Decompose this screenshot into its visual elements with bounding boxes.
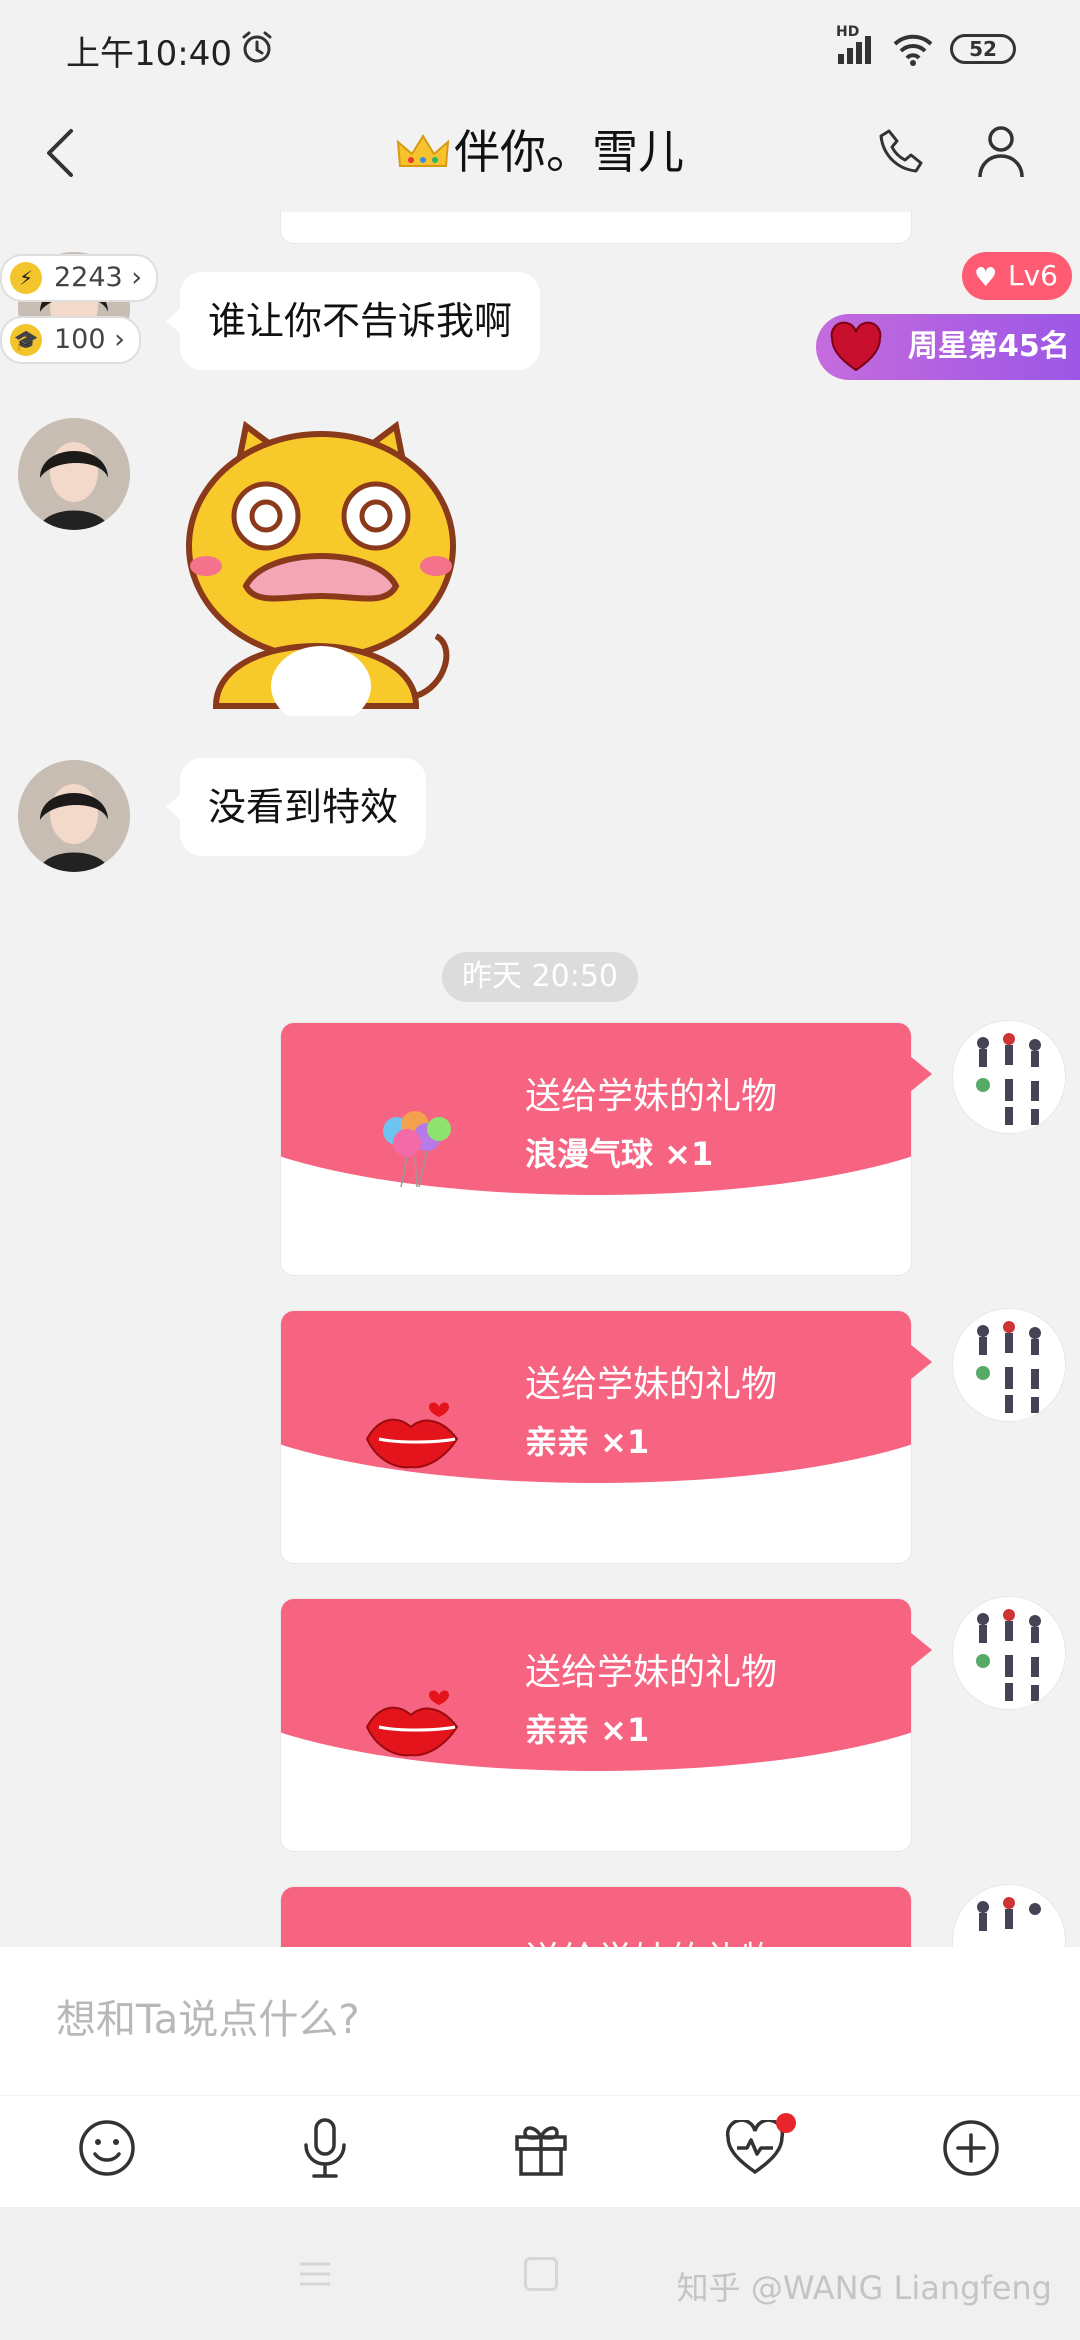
avatar[interactable] xyxy=(952,1308,1066,1422)
add-button[interactable] xyxy=(936,2113,1006,2183)
heart-trophy-icon xyxy=(828,320,884,376)
energy-value: 2243 xyxy=(54,262,123,293)
gift-card[interactable]: 送给学妹的礼物 亲亲 ×1 xyxy=(280,1598,912,1852)
gift-title: 送给学妹的礼物 xyxy=(525,1652,778,1693)
avatar[interactable] xyxy=(18,418,130,530)
alarm-icon xyxy=(240,30,274,64)
status-time: 上午10:40 xyxy=(66,34,232,74)
lips-icon xyxy=(363,1393,469,1473)
avatar[interactable] xyxy=(18,760,130,872)
education-badge[interactable]: 🎓 100 › xyxy=(0,316,141,364)
home-icon[interactable] xyxy=(524,2257,558,2291)
previous-gift-card xyxy=(280,212,912,244)
education-value: 100 xyxy=(54,324,106,355)
weekly-star-badge[interactable]: 周星第45名 xyxy=(816,314,1080,380)
system-nav-bar: 知乎 @WANG Liangfeng xyxy=(0,2207,1080,2340)
phone-icon xyxy=(879,129,923,173)
gift-card[interactable]: 送给学妹的礼物 xyxy=(280,1886,912,1947)
wifi-icon xyxy=(892,32,934,66)
emoji-button[interactable] xyxy=(72,2113,142,2183)
gift-icon xyxy=(515,2126,567,2176)
message-bubble[interactable]: 谁让你不告诉我啊 xyxy=(165,272,541,370)
menu-icon[interactable] xyxy=(298,2259,332,2289)
battery-icon: 52 xyxy=(950,34,1016,64)
battery-level: 52 xyxy=(969,37,997,61)
gift-card[interactable]: 送给学妹的礼物 浪漫气球 ×1 xyxy=(280,1022,912,1276)
lips-icon xyxy=(363,1681,469,1761)
heart-icon: ♥ xyxy=(974,263,998,293)
avatar[interactable] xyxy=(952,1596,1066,1710)
chat-header: 伴你。雪儿 xyxy=(0,92,1080,212)
avatar[interactable] xyxy=(952,1884,1066,1947)
call-button[interactable] xyxy=(866,116,936,186)
bubble-tail xyxy=(910,1056,932,1092)
status-bar: 上午10:40 HD 52 xyxy=(0,0,1080,92)
composer: 想和Ta说点什么? xyxy=(0,1947,1080,2207)
gift-title: 送给学妹的礼物 xyxy=(525,1076,778,1117)
graduation-cap-icon: 🎓 xyxy=(10,324,42,356)
lightning-icon: ⚡ xyxy=(10,262,42,294)
balloons-icon xyxy=(371,1103,461,1193)
gift-card[interactable]: 送给学妹的礼物 亲亲 ×1 xyxy=(280,1310,912,1564)
voice-button[interactable] xyxy=(290,2113,360,2183)
gift-name: 浪漫气球 ×1 xyxy=(525,1135,714,1173)
signal-icon xyxy=(836,34,876,66)
weekly-star-text: 周星第45名 xyxy=(908,329,1070,364)
level-badge[interactable]: ♥ Lv6 xyxy=(962,252,1072,300)
timestamp: 昨天 20:50 xyxy=(442,952,638,1002)
cat-sticker[interactable] xyxy=(176,416,466,726)
bubble-tail xyxy=(910,1632,932,1668)
gift-title: 送给学妹的礼物 xyxy=(525,1931,777,1947)
crown-icon xyxy=(396,129,450,183)
chat-messages[interactable]: ⚡ 2243 › 🎓 100 › 谁让你不告诉我啊 ♥ Lv6 周星第45名 没… xyxy=(0,212,1080,1947)
mic-icon xyxy=(304,2118,346,2178)
gift-button[interactable] xyxy=(506,2113,576,2183)
message-input[interactable]: 想和Ta说点什么? xyxy=(56,1987,360,2045)
divider xyxy=(0,2095,1080,2096)
emoji-icon xyxy=(79,2120,135,2176)
avatar[interactable] xyxy=(952,1020,1066,1134)
gift-title: 送给学妹的礼物 xyxy=(525,1364,778,1405)
notification-dot xyxy=(776,2113,796,2133)
user-icon xyxy=(978,126,1024,178)
gift-name: 亲亲 ×1 xyxy=(525,1711,650,1749)
gift-name: 亲亲 ×1 xyxy=(525,1423,650,1461)
heart-rate-icon xyxy=(725,2120,785,2175)
energy-badge[interactable]: ⚡ 2243 › xyxy=(0,254,159,302)
message-bubble[interactable]: 没看到特效 xyxy=(165,758,427,856)
heartbeat-button[interactable] xyxy=(720,2113,796,2183)
watermark: 知乎 @WANG Liangfeng xyxy=(676,2269,1052,2307)
chat-title: 伴你。雪儿 xyxy=(454,125,684,179)
profile-button[interactable] xyxy=(966,116,1036,186)
level-text: Lv6 xyxy=(1008,259,1058,292)
bubble-tail xyxy=(910,1344,932,1380)
add-icon xyxy=(943,2120,999,2176)
